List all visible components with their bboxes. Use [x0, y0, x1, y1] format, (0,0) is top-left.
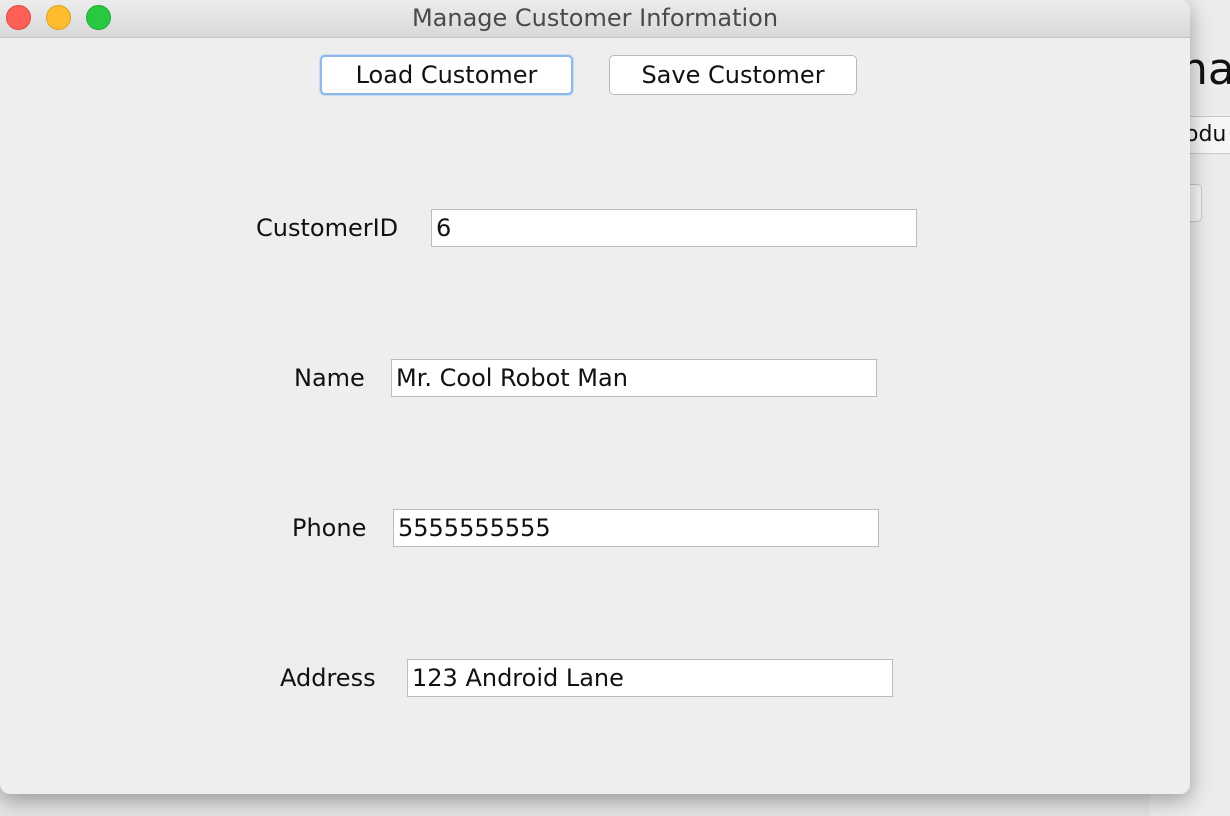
- phone-input[interactable]: [393, 509, 879, 547]
- name-label: Name: [294, 364, 365, 392]
- load-customer-button[interactable]: Load Customer: [320, 55, 573, 95]
- manage-customer-window: Manage Customer Information Load Custome…: [0, 0, 1190, 794]
- phone-label: Phone: [292, 514, 367, 542]
- title-bar[interactable]: Manage Customer Information: [0, 0, 1190, 38]
- name-input[interactable]: [391, 359, 877, 397]
- customer-id-label: CustomerID: [256, 214, 399, 242]
- address-input[interactable]: [407, 659, 893, 697]
- window-title: Manage Customer Information: [411, 4, 779, 32]
- customer-id-input[interactable]: [431, 209, 917, 247]
- address-label: Address: [280, 664, 376, 692]
- save-customer-button[interactable]: Save Customer: [609, 55, 857, 95]
